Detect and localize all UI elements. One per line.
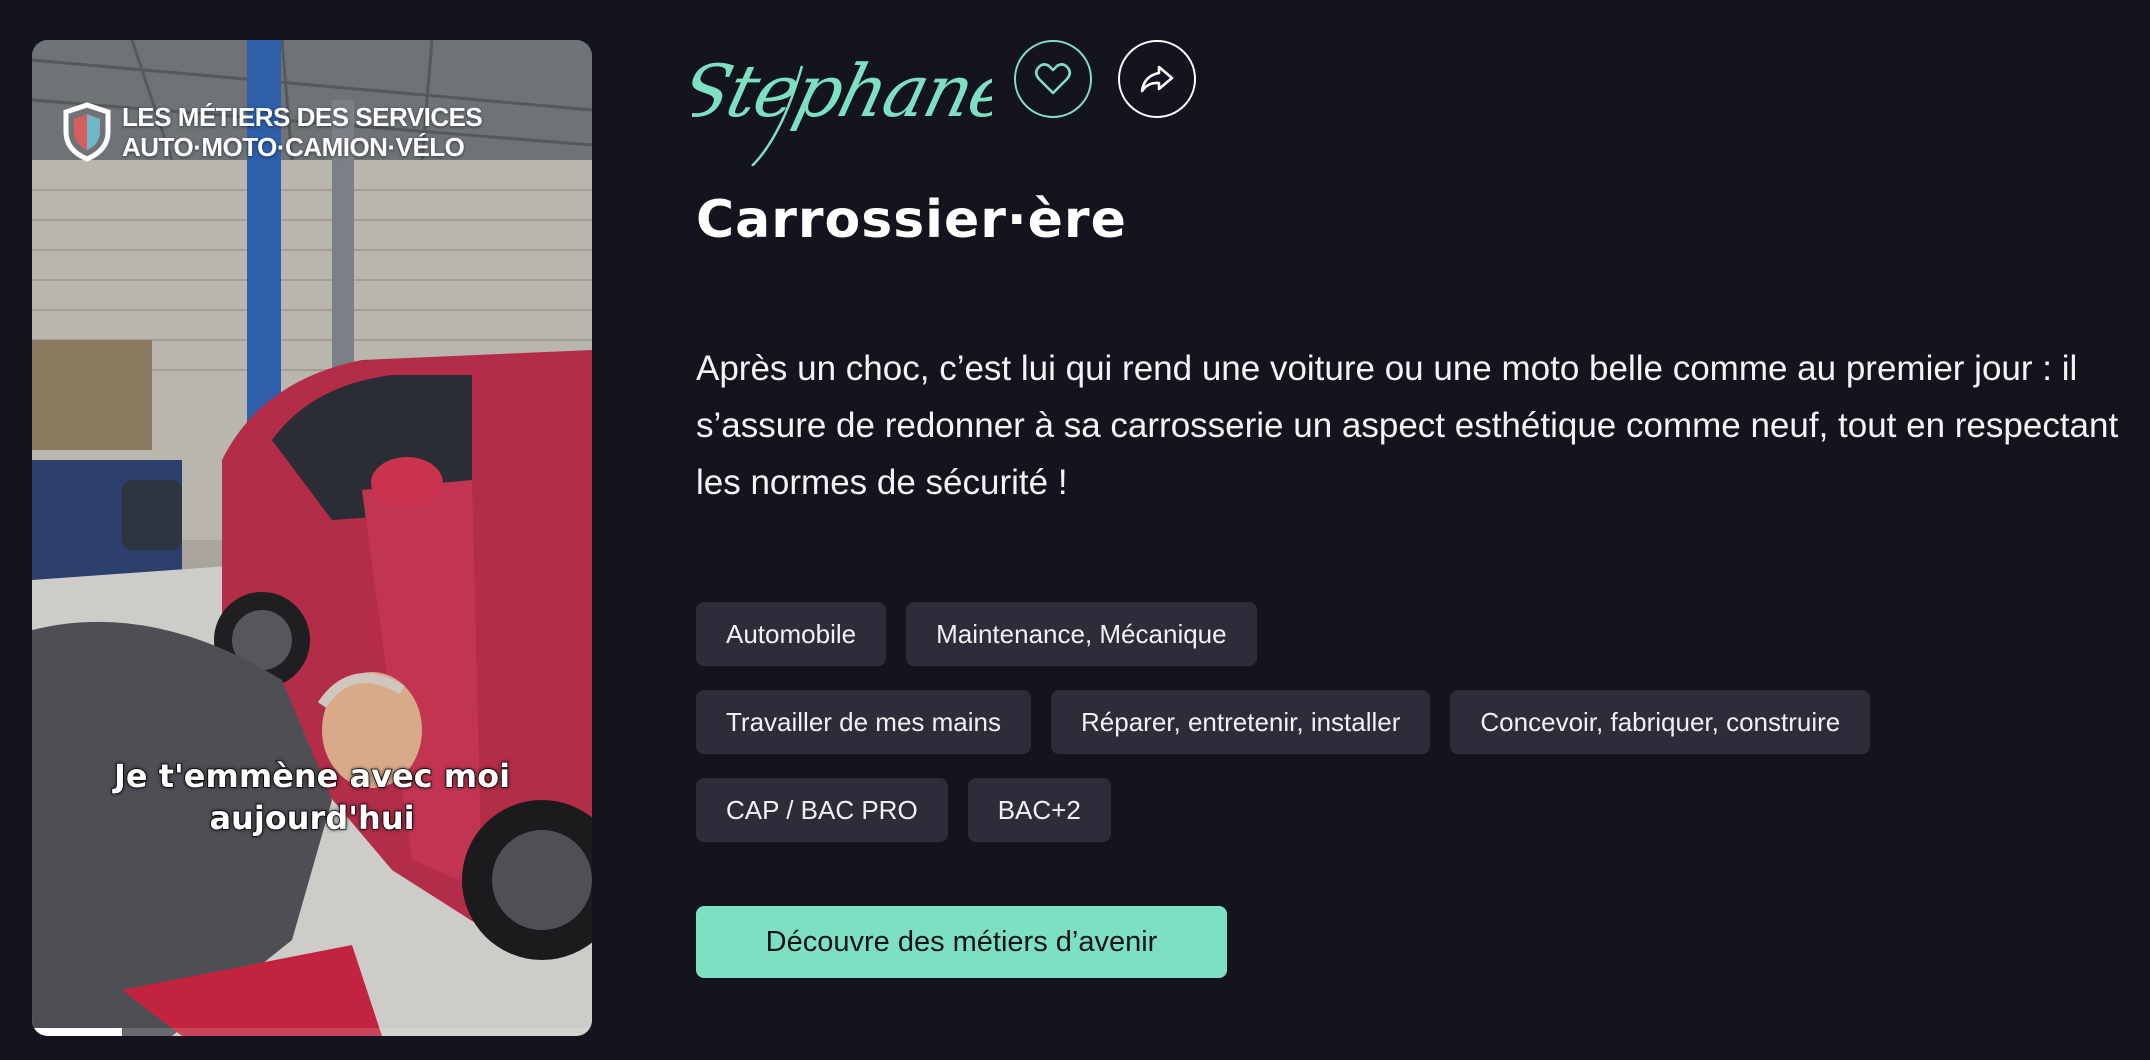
first-name-signature: Stephane — [692, 50, 992, 166]
share-button[interactable] — [1118, 40, 1196, 118]
tag-row-levels: CAP / BAC PRO BAC+2 — [696, 778, 1996, 842]
share-arrow-icon — [1140, 65, 1174, 93]
video-progress-bar[interactable] — [32, 1028, 592, 1036]
tag-row-activities: Travailler de mes mains Réparer, entrete… — [696, 690, 1996, 754]
tag-level[interactable]: BAC+2 — [967, 778, 1111, 842]
tag-activity[interactable]: Concevoir, fabriquer, construire — [1450, 690, 1871, 754]
logo-line-1: LES MÉTIERS DES SERVICES — [122, 102, 483, 132]
tag-sector[interactable]: Automobile — [696, 602, 887, 666]
tag-level[interactable]: CAP / BAC PRO — [696, 778, 948, 842]
tag-activity[interactable]: Réparer, entretenir, installer — [1051, 690, 1431, 754]
video-caption: Je t'emmène avec moi aujourd'hui — [113, 756, 511, 838]
video-progress-fill — [32, 1028, 122, 1036]
logo-line-2: AUTO·MOTO·CAMION·VÉLO — [122, 132, 465, 162]
video-player[interactable]: LES MÉTIERS DES SERVICES AUTO·MOTO·CAMIO… — [32, 40, 592, 1036]
first-name: Stephane — [692, 50, 992, 134]
job-description: Après un choc, c’est lui qui rend une vo… — [696, 349, 2119, 502]
video-brand-logo: LES MÉTIERS DES SERVICES AUTO·MOTO·CAMIO… — [62, 102, 483, 162]
shield-icon — [63, 102, 111, 162]
job-detail-page: LES MÉTIERS DES SERVICES AUTO·MOTO·CAMIO… — [0, 0, 2150, 1060]
heart-icon — [1034, 63, 1072, 95]
like-button[interactable] — [1014, 40, 1092, 118]
tag-list: Automobile Maintenance, Mécanique Travai… — [696, 602, 1996, 866]
tag-activity[interactable]: Travailler de mes mains — [696, 690, 1032, 754]
video-frame-workshop — [32, 40, 592, 1036]
tag-row-sectors: Automobile Maintenance, Mécanique — [696, 602, 1996, 666]
job-title: Carrossier·ère — [696, 190, 1127, 250]
discover-jobs-button[interactable]: Découvre des métiers d’avenir — [696, 906, 1227, 978]
tag-sector[interactable]: Maintenance, Mécanique — [906, 602, 1257, 666]
